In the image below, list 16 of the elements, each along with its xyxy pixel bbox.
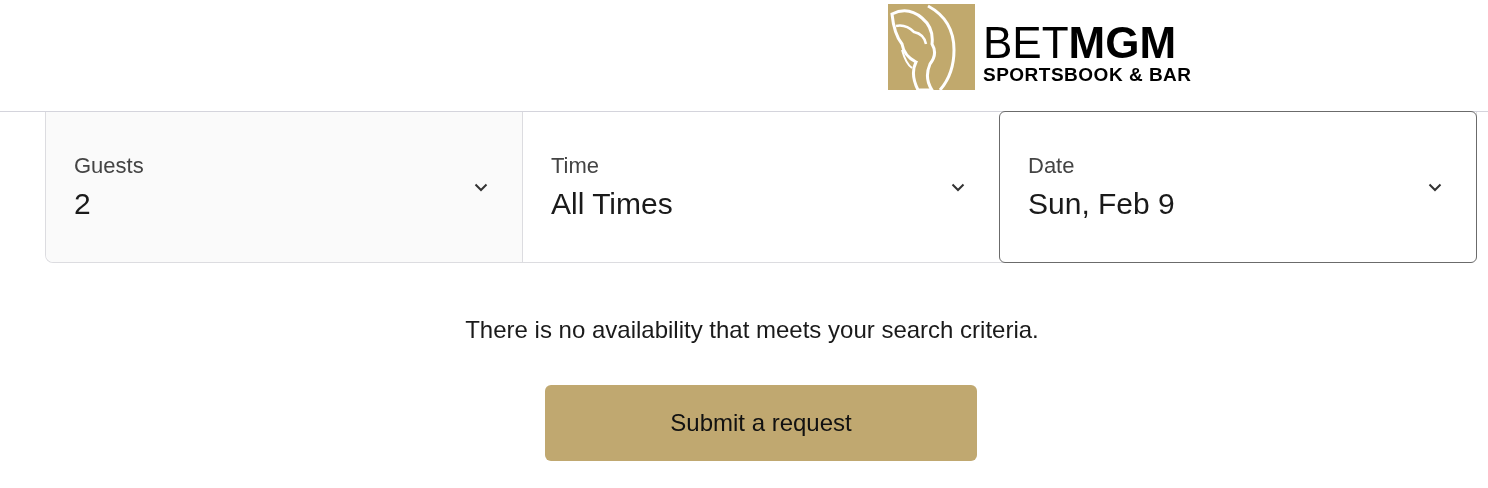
submit-request-button[interactable]: Submit a request (545, 385, 977, 461)
chevron-down-icon (951, 182, 965, 192)
filter-dropdown[interactable]: Guests 2 (46, 112, 522, 262)
filter-dropdown[interactable]: Date Sun, Feb 9 (999, 111, 1477, 263)
chevron-down-icon (474, 182, 488, 192)
filter-value: 2 (74, 185, 92, 222)
logo-wordmark: BETMGM (983, 23, 1178, 63)
filter-label: Date (1028, 151, 1076, 180)
filter-value: All Times (551, 185, 673, 222)
no-availability-message: There is no availability that meets your search criteria. (464, 315, 1040, 345)
lion-logo-icon (888, 4, 975, 90)
filter-label: Time (551, 151, 601, 180)
filter-label: Guests (74, 151, 144, 180)
chevron-down-icon (1428, 182, 1442, 192)
filter-value: Sun, Feb 9 (1028, 185, 1175, 222)
logo-tagline: SPORTSBOOK & BAR (983, 63, 1192, 87)
